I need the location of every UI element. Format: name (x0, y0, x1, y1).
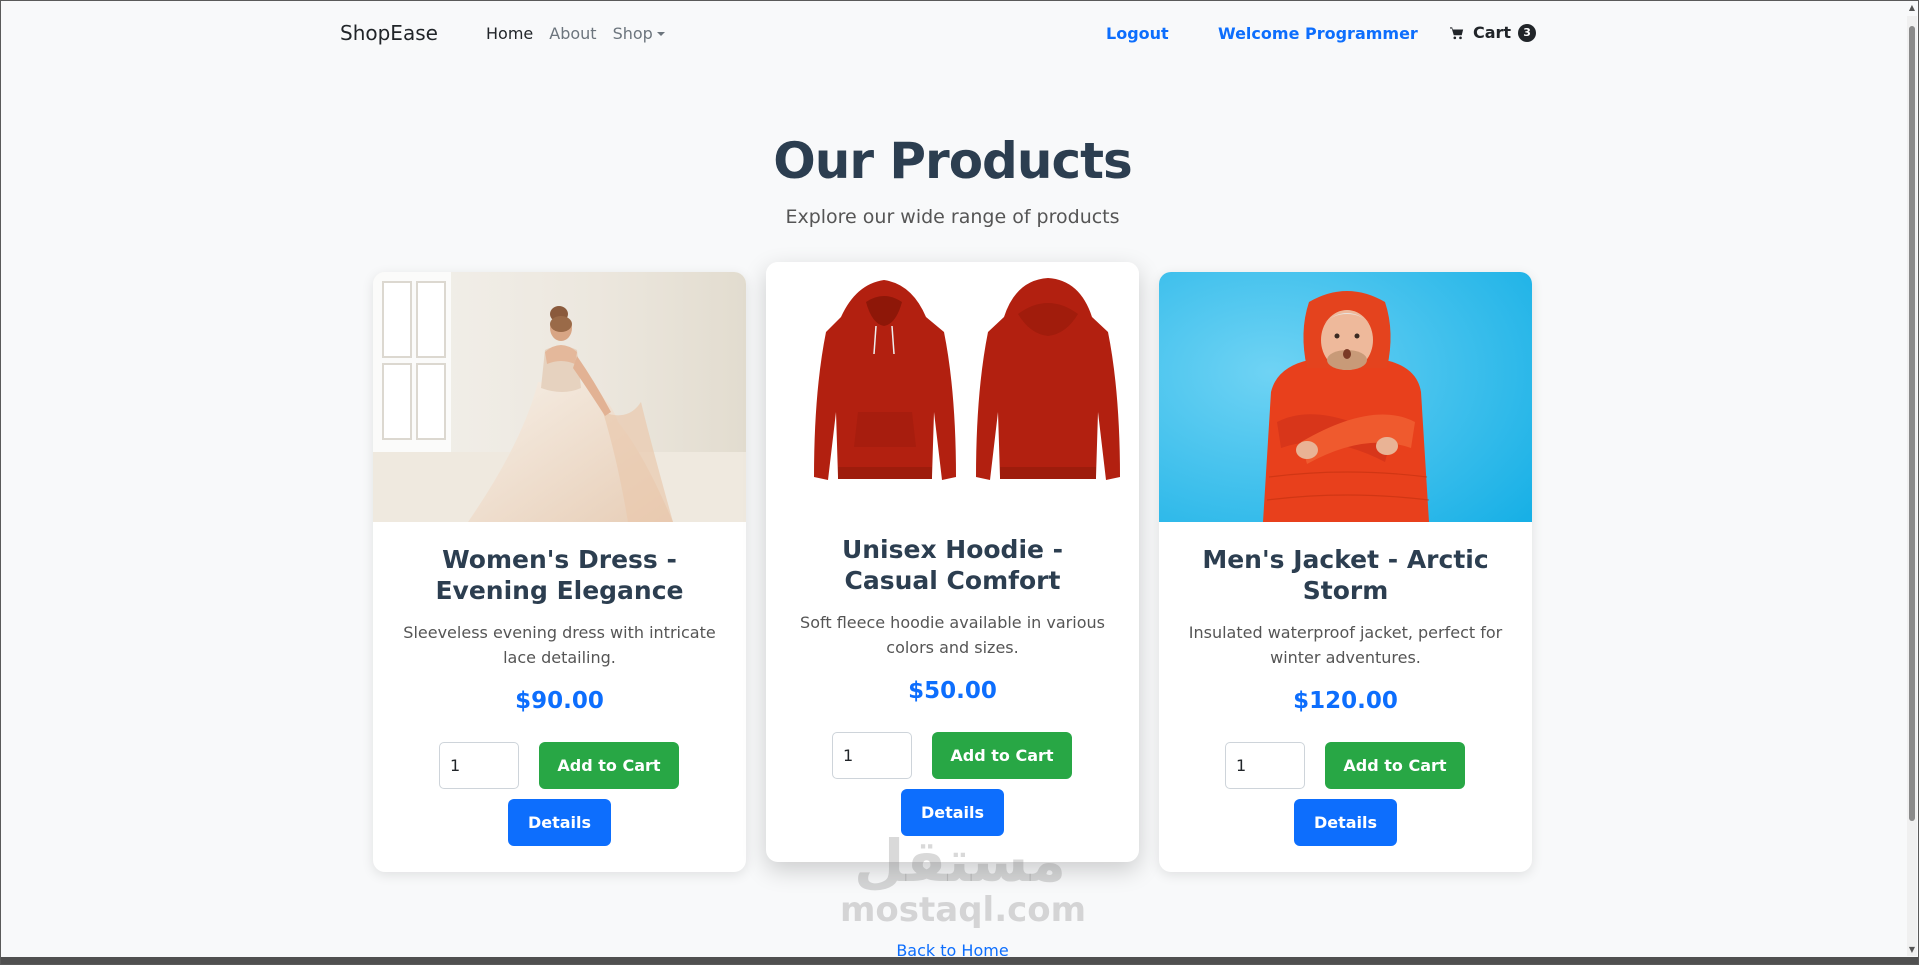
product-description: Soft fleece hoodie available in various … (800, 613, 1105, 657)
product-image-dress (373, 272, 746, 522)
logout-link[interactable]: Logout (1106, 24, 1169, 43)
quantity-input[interactable] (832, 732, 912, 779)
cart-icon (1450, 26, 1464, 39)
brand-logo[interactable]: ShopEase (340, 21, 438, 45)
product-description: Sleeveless evening dress with intricate … (403, 623, 716, 667)
jacket-photo-icon (1159, 272, 1532, 522)
dress-photo-icon (373, 272, 746, 522)
product-title: Unisex Hoodie - Casual Comfort (841, 535, 1064, 595)
nav-links: Home About Shop (486, 24, 665, 43)
hoodie-photo-icon (766, 262, 1139, 512)
quantity-input[interactable] (439, 742, 519, 789)
cart-link[interactable]: Cart 3 (1450, 23, 1537, 42)
cart-count-badge: 3 (1518, 23, 1537, 42)
product-title: Men's Jacket - Arctic Storm (1202, 545, 1489, 605)
add-to-cart-button[interactable]: Add to Cart (1325, 742, 1465, 789)
product-title: Women's Dress - Evening Elegance (435, 545, 684, 605)
nav-link-about[interactable]: About (549, 24, 596, 43)
nav-link-home[interactable]: Home (486, 24, 533, 43)
product-card-hoodie: Unisex Hoodie - Casual Comfort Soft flee… (766, 262, 1139, 862)
quantity-input[interactable] (1225, 742, 1305, 789)
scroll-up-icon[interactable]: ▲ (1908, 4, 1916, 12)
product-image-hoodie (766, 262, 1139, 512)
navbar: ShopEase Home About Shop Logout Welcome … (0, 0, 1919, 66)
details-button[interactable]: Details (508, 799, 611, 846)
nav-dropdown-shop-label: Shop (612, 24, 653, 43)
watermark-latin: mostaql.com (840, 890, 1087, 930)
scrollbar-thumb[interactable] (1909, 26, 1915, 821)
product-image-jacket (1159, 272, 1532, 522)
window-bottom-bar (0, 957, 1919, 965)
product-price: $50.00 (908, 678, 997, 704)
details-button[interactable]: Details (1294, 799, 1397, 846)
product-price: $120.00 (1293, 688, 1398, 714)
add-to-cart-button[interactable]: Add to Cart (539, 742, 679, 789)
scroll-down-icon[interactable]: ▼ (1908, 946, 1916, 954)
product-price: $90.00 (515, 688, 604, 714)
details-button[interactable]: Details (901, 789, 1004, 836)
nav-dropdown-shop[interactable]: Shop (613, 24, 665, 43)
page-title: Our Products (773, 132, 1133, 190)
page-subtitle: Explore our wide range of products (785, 206, 1120, 228)
welcome-user-link[interactable]: Welcome Programmer (1218, 24, 1418, 43)
vertical-scrollbar[interactable] (1907, 16, 1917, 956)
chevron-down-icon (656, 32, 665, 36)
product-description: Insulated waterproof jacket, perfect for… (1188, 623, 1503, 667)
product-card-dress: Women's Dress - Evening Elegance Sleevel… (373, 272, 746, 872)
product-card-jacket: Men's Jacket - Arctic Storm Insulated wa… (1159, 272, 1532, 872)
add-to-cart-button[interactable]: Add to Cart (932, 732, 1072, 779)
cart-label: Cart (1473, 23, 1512, 42)
